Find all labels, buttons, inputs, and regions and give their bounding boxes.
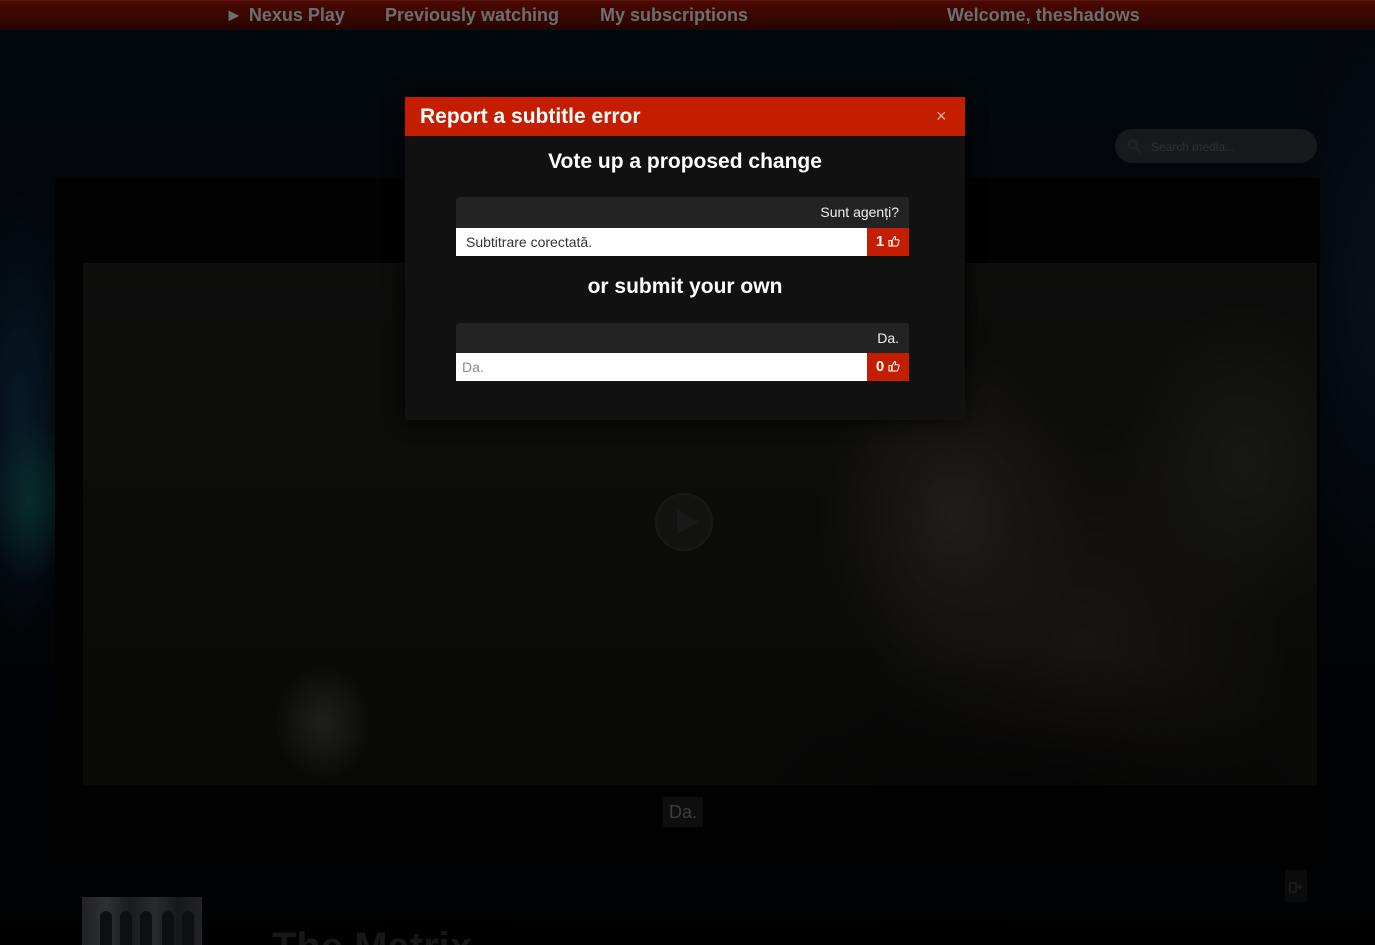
- vote-count: 1: [875, 233, 885, 250]
- modal-title: Report a subtitle error: [420, 105, 641, 128]
- page: ► Nexus Play Previously watching My subsc…: [0, 0, 1375, 945]
- proposed-change-row: Subtitrare corectată. 1: [456, 228, 909, 256]
- original-subtitle-line-own: Da.: [456, 323, 909, 354]
- original-subtitle-line: Sunt agenți?: [456, 197, 909, 228]
- vote-up-button[interactable]: 1: [867, 228, 909, 256]
- nav-my-subscriptions[interactable]: My subscriptions: [600, 5, 748, 26]
- vote-heading: Vote up a proposed change: [548, 150, 822, 173]
- nav-logo[interactable]: ► Nexus Play: [225, 5, 345, 26]
- thumbs-up-icon: [888, 235, 900, 247]
- report-subtitle-modal: Report a subtitle error × Vote up a prop…: [405, 97, 965, 420]
- submit-vote-button[interactable]: 0: [867, 353, 909, 381]
- proposed-change-text: Subtitrare corectată.: [456, 228, 867, 256]
- own-proposal-row: 0: [456, 353, 909, 381]
- play-arrow-icon: ►: [225, 5, 243, 25]
- modal-header: Report a subtitle error ×: [405, 97, 965, 136]
- submit-heading: or submit your own: [587, 275, 783, 298]
- close-icon[interactable]: ×: [936, 107, 947, 125]
- nav-logo-label: Nexus Play: [248, 5, 345, 25]
- nav-previously-watching[interactable]: Previously watching: [385, 5, 559, 26]
- nav-welcome-user[interactable]: Welcome, theshadows: [947, 5, 1140, 26]
- top-nav: ► Nexus Play Previously watching My subsc…: [0, 0, 1375, 29]
- own-proposal-input[interactable]: [456, 353, 867, 381]
- own-vote-count: 0: [875, 358, 885, 375]
- thumbs-up-icon: [888, 360, 900, 372]
